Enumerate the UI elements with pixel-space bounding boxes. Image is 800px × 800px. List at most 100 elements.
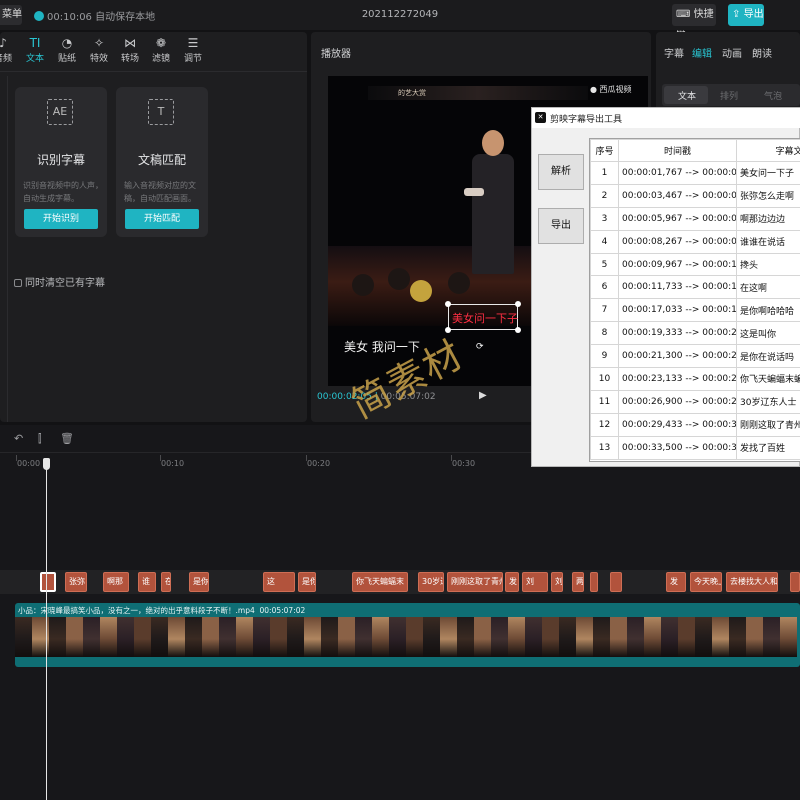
subtitle-grid[interactable]: 序号 时间戳 字幕文本 100:00:01,767 --> 00:00:02,8… (589, 138, 800, 462)
subtitle-clip[interactable]: 发 (666, 572, 686, 592)
delete-icon[interactable]: 🗑 (60, 432, 74, 445)
table-row[interactable]: 1200:00:29,433 --> 00:00:33,500刚刚这取了青州理财 (590, 412, 800, 437)
subtitle-clip[interactable]: 两 (572, 572, 584, 592)
subtitle-clip[interactable]: 刘 (522, 572, 548, 592)
table-row[interactable]: 200:00:03,467 --> 00:00:05,000张弥怎么走啊 (590, 183, 800, 208)
row-index-cell[interactable]: 9 (590, 344, 619, 369)
clear-subtitles-option[interactable]: 同时清空已有字幕 (14, 274, 105, 289)
subtitle-clip[interactable]: 今天晚上 (690, 572, 722, 592)
video-clip[interactable]: 小品：宋晓峰最搞笑小品，没有之一，绝对的出乎意料段子不断！.mp4 00:05:… (15, 603, 800, 667)
subtitle-text-cell[interactable]: 啊那边边边 (736, 206, 800, 231)
subtitle-clip[interactable]: 是你 (298, 572, 316, 592)
rotate-icon[interactable]: ⟳ (476, 342, 484, 352)
subtitle-clip[interactable]: 你飞天蝙蝠末 (352, 572, 408, 592)
timestamp-cell[interactable]: 00:00:33,500 --> 00:00:34,867 (618, 435, 737, 460)
table-row[interactable]: 500:00:09,967 --> 00:00:10,767搀头 (590, 252, 800, 277)
row-index-cell[interactable]: 5 (590, 252, 619, 277)
tool-export-button[interactable]: 导出 (538, 208, 584, 244)
subtitle-clip[interactable]: 刚刚这取了青州 (447, 572, 503, 592)
timestamp-cell[interactable]: 00:00:08,267 --> 00:00:09,700 (618, 229, 737, 254)
row-index-cell[interactable]: 13 (590, 435, 619, 460)
subtitle-clip[interactable]: 刘 (551, 572, 563, 592)
subtitle-text-cell[interactable]: 发找了百姓 (736, 435, 800, 460)
tab-audio[interactable]: ♪ 音频 (0, 35, 18, 64)
tab-edit[interactable]: 编辑 (692, 45, 712, 60)
start-recognize-button[interactable]: 开始识别 (24, 209, 98, 229)
resize-handle[interactable] (515, 301, 521, 307)
table-row[interactable]: 800:00:19,333 --> 00:00:20,500这是叫你 (590, 321, 800, 346)
table-row[interactable]: 1300:00:33,500 --> 00:00:34,867发找了百姓 (590, 435, 800, 460)
row-index-cell[interactable]: 1 (590, 161, 619, 185)
subtitle-clip[interactable]: 张弥 (65, 572, 87, 592)
tab-sticker[interactable]: ◔ 贴纸 (52, 35, 82, 64)
subtitle-clip[interactable]: 在 (161, 572, 171, 592)
row-index-cell[interactable]: 3 (590, 206, 619, 231)
subtab-text[interactable]: 文本 (678, 89, 696, 102)
table-row[interactable]: 100:00:01,767 --> 00:00:02,867美女问一下子 (590, 161, 800, 185)
tab-text[interactable]: TI 文本 (20, 35, 50, 64)
table-row[interactable]: 900:00:21,300 --> 00:00:22,600是你在说话吗 (590, 344, 800, 369)
subtitle-text-cell[interactable]: 是你啊哈哈哈 (736, 298, 800, 323)
column-header[interactable]: 序号 (590, 139, 619, 162)
parse-button[interactable]: 解析 (538, 154, 584, 190)
subtitle-text-cell[interactable]: 搀头 (736, 252, 800, 277)
subtitle-clip[interactable]: 30岁辽东 (418, 572, 444, 592)
timestamp-cell[interactable]: 00:00:23,133 --> 00:00:26,800 (618, 367, 737, 391)
tab-effects[interactable]: ✧ 特效 (84, 35, 114, 64)
subtitle-text-cell[interactable]: 30岁辽东人士 (736, 389, 800, 414)
subtab-bubble[interactable]: 气泡 (764, 89, 782, 102)
tab-animation[interactable]: 动画 (722, 45, 742, 60)
row-index-cell[interactable]: 2 (590, 183, 619, 208)
subtitle-text-cell[interactable]: 张弥怎么走啊 (736, 183, 800, 208)
row-index-cell[interactable]: 8 (590, 321, 619, 346)
tab-subtitle[interactable]: 字幕 (664, 45, 684, 60)
subtab-arrange[interactable]: 排列 (720, 89, 738, 102)
tab-transition[interactable]: ⋈ 转场 (115, 35, 145, 64)
row-index-cell[interactable]: 7 (590, 298, 619, 323)
subtitle-clip[interactable] (590, 572, 598, 592)
timestamp-cell[interactable]: 00:00:01,767 --> 00:00:02,867 (618, 161, 737, 185)
timestamp-cell[interactable]: 00:00:26,900 --> 00:00:29,367 (618, 389, 737, 414)
subtitle-text-cell[interactable]: 是你在说话吗 (736, 344, 800, 369)
subtitle-clip[interactable] (610, 572, 622, 592)
subtitle-text-cell[interactable]: 这是叫你 (736, 321, 800, 346)
timestamp-cell[interactable]: 00:00:09,967 --> 00:00:10,767 (618, 252, 737, 277)
resize-handle[interactable] (515, 327, 521, 333)
subtitle-clip[interactable]: 是你 (189, 572, 209, 592)
timestamp-cell[interactable]: 00:00:03,467 --> 00:00:05,000 (618, 183, 737, 208)
split-icon[interactable]: ⫿ (38, 432, 42, 446)
row-index-cell[interactable]: 4 (590, 229, 619, 254)
row-index-cell[interactable]: 10 (590, 367, 619, 391)
subtitle-text-cell[interactable]: 在这啊 (736, 275, 800, 300)
subtitle-clip[interactable] (790, 572, 800, 592)
timestamp-cell[interactable]: 00:00:21,300 --> 00:00:22,600 (618, 344, 737, 369)
column-header[interactable]: 时间戳 (618, 139, 737, 162)
subtitle-text-cell[interactable]: 美女问一下子 (736, 161, 800, 185)
subtitle-clip[interactable]: 谁 (138, 572, 156, 592)
menu-button[interactable]: 菜单 (0, 5, 22, 25)
export-button[interactable]: ⇪ 导出 (728, 4, 764, 26)
timestamp-cell[interactable]: 00:00:19,333 --> 00:00:20,500 (618, 321, 737, 346)
table-row[interactable]: 400:00:08,267 --> 00:00:09,700谁谁在说话 (590, 229, 800, 254)
playhead-handle[interactable] (43, 458, 50, 470)
table-row[interactable]: 1100:00:26,900 --> 00:00:29,36730岁辽东人士 (590, 389, 800, 414)
start-match-button[interactable]: 开始匹配 (125, 209, 199, 229)
subtitle-text-cell[interactable]: 谁谁在说话 (736, 229, 800, 254)
tab-adjust[interactable]: ☰ 调节 (178, 35, 208, 64)
subtitle-clip[interactable]: 去楼找大人和师 (726, 572, 778, 592)
row-index-cell[interactable]: 12 (590, 412, 619, 437)
subtitle-clip[interactable]: 发 (505, 572, 519, 592)
table-row[interactable]: 300:00:05,967 --> 00:00:07,700啊那边边边 (590, 206, 800, 231)
resize-handle[interactable] (445, 301, 451, 307)
table-row[interactable]: 600:00:11,733 --> 00:00:13,233在这啊 (590, 275, 800, 300)
tab-filter[interactable]: ❁ 滤镜 (146, 35, 176, 64)
row-index-cell[interactable]: 11 (590, 389, 619, 414)
tab-read-aloud[interactable]: 朗读 (752, 45, 772, 60)
playhead[interactable] (46, 460, 47, 800)
table-row[interactable]: 1000:00:23,133 --> 00:00:26,800你飞天蝙蝠末蝙蝠灵 (590, 367, 800, 391)
column-header[interactable]: 字幕文本 (736, 139, 800, 162)
subtitle-clip[interactable]: 啊那 (103, 572, 129, 592)
row-index-cell[interactable]: 6 (590, 275, 619, 300)
subtitle-text-cell[interactable]: 刚刚这取了青州理财 (736, 412, 800, 437)
play-icon[interactable]: ▶ (479, 390, 487, 401)
